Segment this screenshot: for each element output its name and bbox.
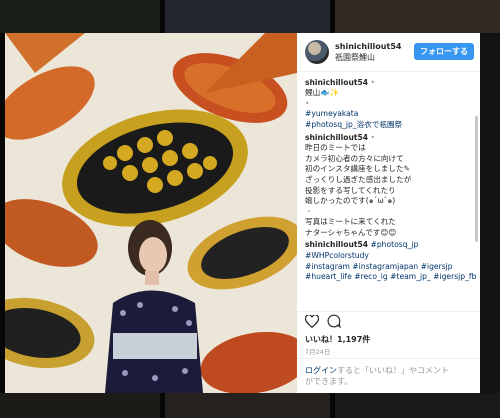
post-author-info: shinichillout54 祇園祭鯉山: [335, 41, 414, 63]
comment-line: ナターシャちゃんです😊😊: [305, 227, 397, 237]
login-prompt: ログインすると「いいね！」やコメント ができます。: [297, 358, 480, 393]
login-prompt-text: すると「いいね！」やコメント: [337, 366, 449, 375]
heart-icon[interactable]: [304, 313, 320, 332]
follow-button[interactable]: フォローする: [414, 43, 474, 61]
hashtag[interactable]: #yumeyakata: [305, 109, 468, 120]
post-username[interactable]: shinichillout54: [335, 41, 414, 52]
comment: shinichillout54 #photosq_jp #WHPcolorstu…: [305, 240, 476, 283]
caption: shinichillout54 • 鯉山🐟✨ • #yumeyakata #ph…: [305, 78, 468, 131]
comment-line: ・: [305, 206, 313, 216]
caption-text: 鯉山🐟✨: [305, 88, 340, 98]
avatar[interactable]: [305, 39, 329, 64]
action-bar: [297, 310, 480, 333]
comment-line: カメラ初心者の方々に向けて: [305, 153, 404, 163]
post-photo[interactable]: [5, 33, 297, 393]
post-modal: shinichillout54 祇園祭鯉山 フォローする shinichillo…: [5, 33, 480, 393]
post-date[interactable]: 7月24日: [297, 346, 480, 358]
comment-icon[interactable]: [327, 313, 341, 332]
like-count[interactable]: いいね！1,197件: [297, 333, 480, 346]
hashtag-line[interactable]: #hueart_life #reco_ig #team_jp_ #igersjp…: [305, 272, 476, 283]
comment-line: 写真はミートに来てくれた: [305, 217, 396, 227]
comment-scrollbar[interactable]: [475, 115, 478, 242]
post-header: shinichillout54 祇園祭鯉山 フォローする: [297, 33, 480, 72]
comment-line: ざっくりし過ぎた感出ましたが: [305, 174, 412, 184]
comment-line: 投影をする写してくれたり: [305, 185, 396, 195]
comment-list[interactable]: shinichillout54 • 鯉山🐟✨ • #yumeyakata #ph…: [297, 72, 480, 311]
comment-username[interactable]: shinichillout54: [305, 133, 368, 142]
hashtag-line[interactable]: #instagram #instagramjapan #igersjp: [305, 262, 468, 273]
post-location[interactable]: 祇園祭鯉山: [335, 52, 414, 63]
hashtag-line[interactable]: #WHPcolorstudy: [305, 251, 468, 262]
login-link[interactable]: ログイン: [305, 366, 337, 375]
login-prompt-text-2: ができます。: [305, 377, 353, 386]
hashtag[interactable]: #photosq_jp_浴衣で祇園祭: [305, 120, 468, 131]
comment: shinichillout54 • 昨日のミートでは カメラ初心者の方々に向けて…: [305, 133, 468, 239]
comment-line: 初のインスタ講座をしました✎: [305, 164, 410, 174]
hashtag[interactable]: #photosq_jp: [371, 240, 419, 249]
caption-username[interactable]: shinichillout54: [305, 78, 368, 87]
comment-line: 嬉しかったのです(๑´ω`๑): [305, 196, 396, 206]
comment-line: 昨日のミートでは: [305, 143, 366, 153]
post-side-panel: shinichillout54 祇園祭鯉山 フォローする shinichillo…: [297, 33, 480, 393]
comment-username[interactable]: shinichillout54: [305, 240, 368, 249]
